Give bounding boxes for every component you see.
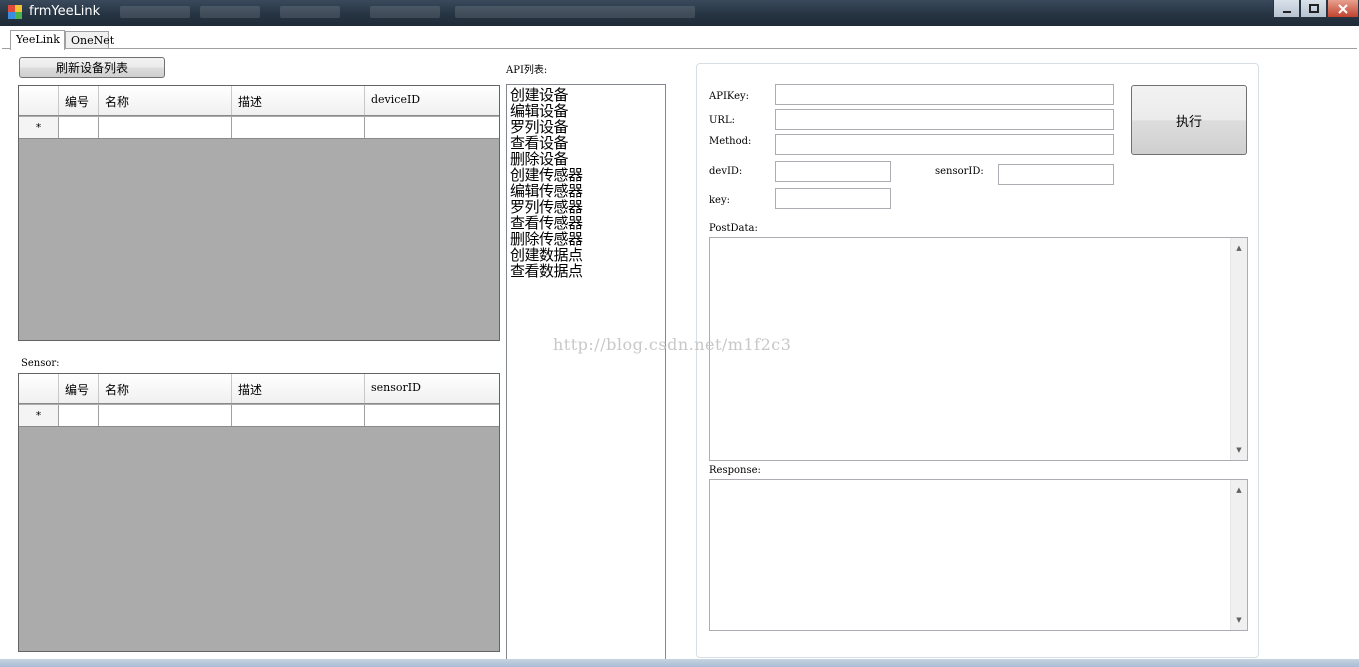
maximize-icon <box>1308 3 1319 13</box>
scroll-down-icon[interactable]: ▼ <box>1231 612 1247 628</box>
list-item[interactable]: 创建传感器 <box>507 167 665 183</box>
response-textarea[interactable]: ▲ ▼ <box>709 479 1248 631</box>
app-icon <box>8 5 22 19</box>
list-item[interactable]: 删除传感器 <box>507 231 665 247</box>
list-item[interactable]: 查看传感器 <box>507 215 665 231</box>
background-toolbar-ghost <box>370 6 440 18</box>
table-cell[interactable] <box>99 405 232 426</box>
column-header-id[interactable]: 编号 <box>59 86 99 115</box>
tab-onenet[interactable]: OneNet <box>65 31 114 49</box>
minimize-button[interactable] <box>1273 0 1300 18</box>
column-header-deviceid[interactable]: deviceID <box>365 86 499 115</box>
devid-input[interactable] <box>775 161 891 182</box>
sensorid-input[interactable] <box>998 164 1114 185</box>
key-label: key: <box>709 195 730 206</box>
sensor-label: Sensor: <box>21 358 60 369</box>
devid-label: devID: <box>709 166 743 177</box>
key-input[interactable] <box>775 188 891 209</box>
list-item[interactable]: 创建数据点 <box>507 247 665 263</box>
table-cell[interactable] <box>365 117 499 138</box>
list-item[interactable]: 查看数据点 <box>507 263 665 279</box>
refresh-device-list-button[interactable]: 刷新设备列表 <box>19 57 165 78</box>
column-header-sensorid[interactable]: sensorID <box>365 374 499 403</box>
response-scrollbar[interactable]: ▲ ▼ <box>1230 480 1247 630</box>
execute-button[interactable]: 执行 <box>1131 85 1247 155</box>
sensorid-label: sensorID: <box>935 166 984 177</box>
device-grid[interactable]: 编号 名称 描述 deviceID * <box>18 85 500 341</box>
maximize-button[interactable] <box>1300 0 1327 18</box>
column-header-id[interactable]: 编号 <box>59 374 99 403</box>
column-header-name[interactable]: 名称 <box>99 374 232 403</box>
row-header-corner <box>19 86 59 115</box>
table-cell[interactable] <box>232 405 365 426</box>
background-toolbar-ghost <box>120 6 190 18</box>
watermark: http://blog.csdn.net/m1f2c3 <box>553 335 792 354</box>
window-title: frmYeeLink <box>29 4 101 19</box>
close-button[interactable] <box>1327 0 1359 18</box>
tab-divider <box>2 48 1357 49</box>
table-row-new[interactable]: * <box>19 405 499 427</box>
list-item[interactable]: 查看设备 <box>507 135 665 151</box>
background-toolbar-ghost <box>280 6 340 18</box>
column-header-description[interactable]: 描述 <box>232 86 365 115</box>
row-header[interactable]: * <box>19 405 59 426</box>
list-item[interactable]: 罗列设备 <box>507 119 665 135</box>
close-icon <box>1338 3 1348 14</box>
table-cell[interactable] <box>59 405 99 426</box>
list-item[interactable]: 编辑传感器 <box>507 183 665 199</box>
taskbar-strip <box>0 659 1359 667</box>
method-input[interactable] <box>775 134 1114 155</box>
list-item[interactable]: 编辑设备 <box>507 103 665 119</box>
postdata-label: PostData: <box>709 223 758 234</box>
url-label: URL: <box>709 115 735 126</box>
list-item[interactable]: 创建设备 <box>507 87 665 103</box>
column-header-description[interactable]: 描述 <box>232 374 365 403</box>
scroll-down-icon[interactable]: ▼ <box>1231 442 1247 458</box>
scroll-up-icon[interactable]: ▲ <box>1231 482 1247 498</box>
row-header[interactable]: * <box>19 117 59 138</box>
device-grid-header: 编号 名称 描述 deviceID <box>19 86 499 116</box>
table-cell[interactable] <box>59 117 99 138</box>
scroll-up-icon[interactable]: ▲ <box>1231 240 1247 256</box>
background-toolbar-ghost <box>455 6 695 18</box>
api-list-label: API列表: <box>506 65 548 76</box>
api-listbox[interactable]: 创建设备 编辑设备 罗列设备 查看设备 删除设备 创建传感器 编辑传感器 罗列传… <box>506 84 666 660</box>
table-cell[interactable] <box>365 405 499 426</box>
method-label: Method: <box>709 136 752 147</box>
column-header-name[interactable]: 名称 <box>99 86 232 115</box>
url-input[interactable] <box>775 109 1114 130</box>
response-label: Response: <box>709 465 761 476</box>
table-cell[interactable] <box>232 117 365 138</box>
row-header-corner <box>19 374 59 403</box>
table-cell[interactable] <box>99 117 232 138</box>
background-toolbar-ghost <box>200 6 260 18</box>
table-row-new[interactable]: * <box>19 117 499 139</box>
list-item[interactable]: 删除设备 <box>507 151 665 167</box>
minimize-icon <box>1282 10 1291 13</box>
apikey-input[interactable] <box>775 84 1114 105</box>
list-item[interactable]: 罗列传感器 <box>507 199 665 215</box>
tab-yeelink[interactable]: YeeLink <box>10 30 65 50</box>
sensor-grid-header: 编号 名称 描述 sensorID <box>19 374 499 404</box>
postdata-scrollbar[interactable]: ▲ ▼ <box>1230 238 1247 460</box>
sensor-grid[interactable]: 编号 名称 描述 sensorID * <box>18 373 500 652</box>
apikey-label: APIKey: <box>709 91 750 102</box>
